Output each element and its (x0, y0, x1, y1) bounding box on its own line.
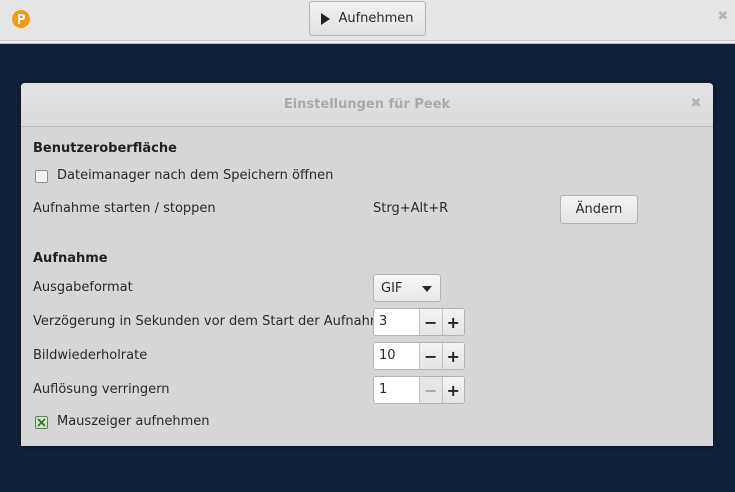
shortcut-value: Strg+Alt+R (373, 201, 449, 216)
dialog-close-icon[interactable]: ✖ (689, 97, 703, 111)
toolbar-divider (0, 41, 735, 44)
dialog-header: Einstellungen für Peek ✖ (21, 83, 713, 127)
delay-spinner: − + (373, 308, 465, 336)
peek-logo-icon (12, 10, 30, 28)
output-format-value: GIF (381, 281, 403, 296)
delay-input[interactable] (374, 309, 419, 335)
framerate-label: Bildwiederholrate (33, 348, 148, 363)
peek-toolbar: Aufnehmen ✖ (0, 0, 735, 41)
framerate-input[interactable] (374, 343, 419, 369)
close-icon[interactable]: ✖ (716, 10, 730, 24)
framerate-decrement-button[interactable]: − (419, 343, 442, 369)
downsample-increment-button[interactable]: + (441, 377, 464, 403)
preferences-dialog: Einstellungen für Peek ✖ Benutzeroberflä… (21, 83, 713, 446)
record-button-label: Aufnehmen (338, 11, 414, 26)
framerate-increment-button[interactable]: + (441, 343, 464, 369)
open-filemanager-checkbox[interactable] (35, 170, 48, 183)
delay-increment-button[interactable]: + (441, 309, 464, 335)
play-icon (321, 12, 331, 25)
record-button[interactable]: Aufnehmen (309, 1, 426, 36)
change-shortcut-button[interactable]: Ändern (560, 195, 638, 224)
downsample-decrement-button[interactable]: − (419, 377, 442, 403)
section-title-recording: Aufnahme (33, 251, 108, 266)
delay-decrement-button[interactable]: − (419, 309, 442, 335)
open-filemanager-label: Dateimanager nach dem Speichern öffnen (57, 168, 334, 183)
check-icon (37, 418, 46, 427)
downsample-spinner: − + (373, 376, 465, 404)
capture-mouse-label: Mauszeiger aufnehmen (57, 414, 210, 429)
downsample-input[interactable] (374, 377, 419, 403)
output-format-dropdown[interactable]: GIF (373, 274, 441, 302)
section-title-ui: Benutzeroberfläche (33, 141, 177, 156)
dialog-title: Einstellungen für Peek (283, 97, 451, 112)
framerate-spinner: − + (373, 342, 465, 370)
delay-label: Verzögerung in Sekunden vor dem Start de… (33, 314, 391, 329)
shortcut-label: Aufnahme starten / stoppen (33, 201, 216, 216)
downsample-label: Auflösung verringern (33, 382, 170, 397)
output-format-label: Ausgabeformat (33, 280, 133, 295)
capture-mouse-checkbox[interactable] (35, 416, 48, 429)
chevron-down-icon (422, 286, 432, 292)
